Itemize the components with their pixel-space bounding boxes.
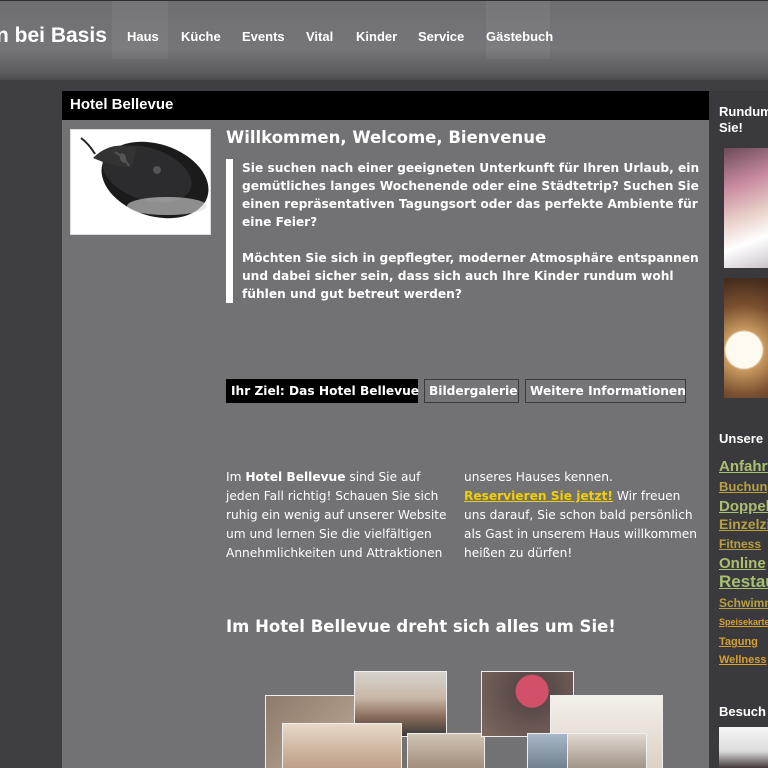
nav-item-haus[interactable]: Haus — [127, 29, 159, 44]
sidebar-photo-drink[interactable] — [724, 278, 768, 398]
tag-link-tagung[interactable]: Tagung — [719, 637, 758, 648]
nav-item-vital[interactable]: Vital — [306, 29, 333, 44]
tag-link-einzelzimmer[interactable]: Einzelzimmer — [719, 517, 768, 531]
welcome-heading: Willkommen, Welcome, Bienvenue — [226, 128, 547, 147]
sidebar-heading-unsere: Unsere — [719, 431, 764, 446]
tab-ihr-ziel[interactable]: Ihr Ziel: Das Hotel Bellevue — [226, 379, 419, 403]
tab-bildergalerie[interactable]: Bildergalerie — [424, 379, 519, 403]
reserve-now-link[interactable]: Reservieren Sie jetzt! — [464, 489, 613, 503]
tag-link-anfahrt[interactable]: Anfahrt — [719, 459, 768, 474]
top-navigation-bar: n bei Basis Haus Küche Events Vital Kind… — [0, 0, 768, 80]
body-text-segment: unseres Hauses kennen. — [464, 470, 613, 484]
collage-photo[interactable] — [282, 723, 402, 768]
nav-item-gaestebuch[interactable]: Gästebuch — [486, 29, 553, 44]
main-content: Hotel Bellevue Willkommen, Welcome, Bien… — [62, 91, 709, 768]
body-text-segment: Im — [226, 470, 246, 484]
mouse-image — [70, 129, 211, 235]
intro-blockquote: Sie suchen nach einer geeigneten Unterku… — [226, 159, 701, 303]
sidebar-photo-wedding[interactable] — [724, 148, 768, 268]
tag-link-wellness[interactable]: Wellness — [719, 655, 767, 666]
sidebar-heading-besuch: Besuch — [719, 704, 766, 719]
tag-link-buchung[interactable]: Buchung — [719, 480, 768, 493]
sidebar-photo-chef[interactable] — [719, 727, 768, 768]
tag-link-doppelzimmer[interactable]: Doppelzimmer — [719, 499, 768, 514]
body-column-right: unseres Hauses kennen. Reservieren Sie j… — [464, 468, 704, 563]
tag-link-fitness[interactable]: Fitness — [719, 538, 761, 550]
tag-link-online[interactable]: Online — [719, 556, 766, 571]
sidebar-heading-line: Sie! — [719, 120, 743, 135]
tag-link-schwimmbad[interactable]: Schwimmbad — [719, 597, 768, 609]
photo-collage — [262, 671, 672, 768]
page-title: Hotel Bellevue — [62, 91, 709, 120]
intro-paragraph: Möchten Sie sich in gepflegter, moderner… — [242, 251, 699, 301]
nav-item-service[interactable]: Service — [418, 29, 464, 44]
section-heading: Im Hotel Bellevue dreht sich alles um Si… — [226, 617, 616, 636]
nav-item-kinder[interactable]: Kinder — [356, 29, 397, 44]
intro-paragraph: Sie suchen nach einer geeigneten Unterku… — [242, 161, 700, 229]
collage-photo[interactable] — [567, 733, 647, 768]
nav-item-kueche[interactable]: Küche — [181, 29, 221, 44]
right-sidebar: Rundum Sie! Unsere Anfahrt Buchung Doppe… — [709, 91, 768, 768]
tag-link-restaurant[interactable]: Restaurant — [719, 573, 768, 590]
sidebar-heading-line: Rundum — [719, 104, 768, 119]
tab-weitere-informationen[interactable]: Weitere Informationen — [525, 379, 686, 403]
nav-item-events[interactable]: Events — [242, 29, 285, 44]
sidebar-heading-rundum: Rundum Sie! — [719, 104, 768, 136]
hotel-name-bold: Hotel Bellevue — [245, 470, 346, 484]
body-column-left: Im Hotel Bellevue sind Sie auf jeden Fal… — [226, 468, 451, 563]
collage-photo[interactable] — [407, 733, 485, 768]
tag-link-speisekarte[interactable]: Speisekarte — [719, 618, 768, 627]
site-brand[interactable]: n bei Basis — [0, 24, 107, 48]
